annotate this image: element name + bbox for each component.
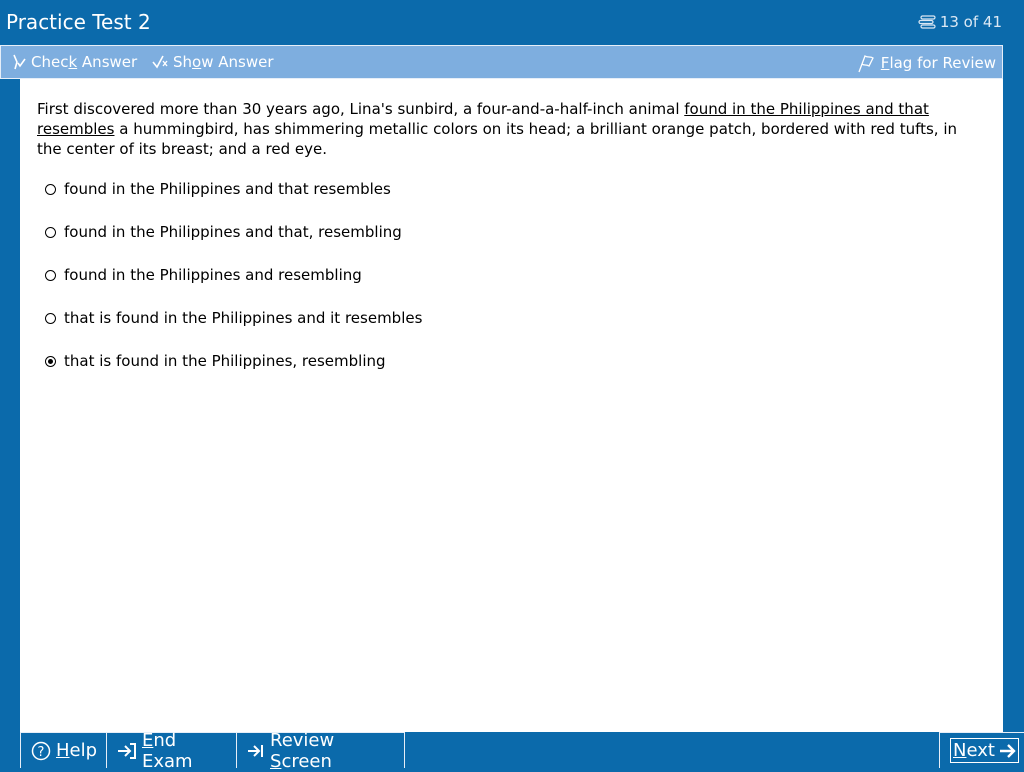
review-label-accel: S: [270, 750, 282, 772]
question-panel: First discovered more than 30 years ago,…: [20, 79, 1003, 732]
flag-icon: [857, 53, 877, 73]
bottom-bar: ? Help End Exam Review Screen Next: [20, 730, 1024, 772]
check-answer-label-pre: Chec: [31, 53, 69, 71]
show-answer-label-pre: Sh: [173, 53, 193, 71]
next-button[interactable]: Next: [939, 732, 1024, 768]
radio-button[interactable]: [45, 183, 56, 195]
option-label: found in the Philippines and that resemb…: [64, 180, 391, 198]
check-pen-icon: [11, 53, 27, 71]
review-label-post: creen: [281, 750, 332, 772]
question-text-before: First discovered more than 30 years ago,…: [37, 100, 685, 118]
window-title: Practice Test 2: [6, 10, 151, 34]
answer-option-b[interactable]: found in the Philippines and that, resem…: [45, 223, 402, 241]
question-text-after: a hummingbird, has shimmering metallic c…: [37, 120, 958, 158]
flag-review-label-post: lag for Review: [889, 54, 996, 72]
list-icon: [918, 15, 936, 29]
radio-button[interactable]: [45, 269, 56, 281]
question-text: First discovered more than 30 years ago,…: [37, 99, 982, 159]
svg-text:?: ?: [38, 745, 45, 760]
radio-button[interactable]: [45, 226, 56, 238]
check-answer-label: Check Answer: [31, 53, 137, 71]
arrow-to-bar-icon: [247, 742, 265, 760]
show-answer-label-post: w Answer: [201, 53, 274, 71]
radio-button[interactable]: [45, 355, 56, 367]
check-answer-label-post: Answer: [77, 53, 138, 71]
show-answer-label: Show Answer: [173, 53, 274, 71]
counter-text: 13 of 41: [939, 13, 1002, 31]
end-exam-label: End Exam: [142, 730, 226, 772]
help-icon: ?: [31, 741, 51, 761]
flag-for-review-button[interactable]: Flag for Review: [857, 53, 996, 73]
next-label-accel: N: [953, 740, 967, 761]
review-screen-button[interactable]: Review Screen: [236, 730, 405, 772]
option-label: that is found in the Philippines and it …: [64, 309, 423, 327]
radio-button[interactable]: [45, 312, 56, 324]
next-button-frame: Next: [950, 738, 1019, 763]
help-label: Help: [56, 740, 97, 761]
exit-arrow-icon: [117, 742, 137, 760]
question-counter: 13 of 41: [918, 13, 1002, 31]
option-label: found in the Philippines and that, resem…: [64, 223, 402, 241]
option-label: that is found in the Philippines, resemb…: [64, 352, 386, 370]
flag-review-label: Flag for Review: [881, 54, 996, 72]
help-button[interactable]: ? Help: [20, 732, 106, 768]
title-bar: Practice Test 2 13 of 41: [0, 0, 1024, 44]
option-label: found in the Philippines and resembling: [64, 266, 362, 284]
toolbar: Check Answer Show Answer Flag for Review: [0, 45, 1003, 79]
check-answer-button[interactable]: Check Answer: [11, 53, 137, 71]
answer-option-a[interactable]: found in the Philippines and that resemb…: [45, 180, 391, 198]
review-screen-label: Review Screen: [270, 730, 394, 772]
end-exam-button[interactable]: End Exam: [106, 730, 236, 772]
next-label: Next: [953, 740, 995, 761]
show-answer-label-accel: o: [192, 53, 202, 71]
answer-option-c[interactable]: found in the Philippines and resembling: [45, 266, 362, 284]
answer-option-d[interactable]: that is found in the Philippines and it …: [45, 309, 422, 327]
next-label-post: ext: [966, 740, 995, 761]
review-label-pre: Review: [270, 729, 335, 751]
check-answer-label-accel: k: [68, 53, 78, 71]
show-answer-button[interactable]: Show Answer: [151, 53, 274, 71]
end-exam-label-accel: E: [142, 729, 154, 751]
help-label-post: elp: [69, 740, 98, 761]
help-label-accel: H: [56, 740, 70, 761]
answer-option-e[interactable]: that is found in the Philippines, resemb…: [45, 352, 386, 370]
right-arrow-icon: [998, 742, 1016, 760]
show-pen-icon: [151, 53, 169, 71]
